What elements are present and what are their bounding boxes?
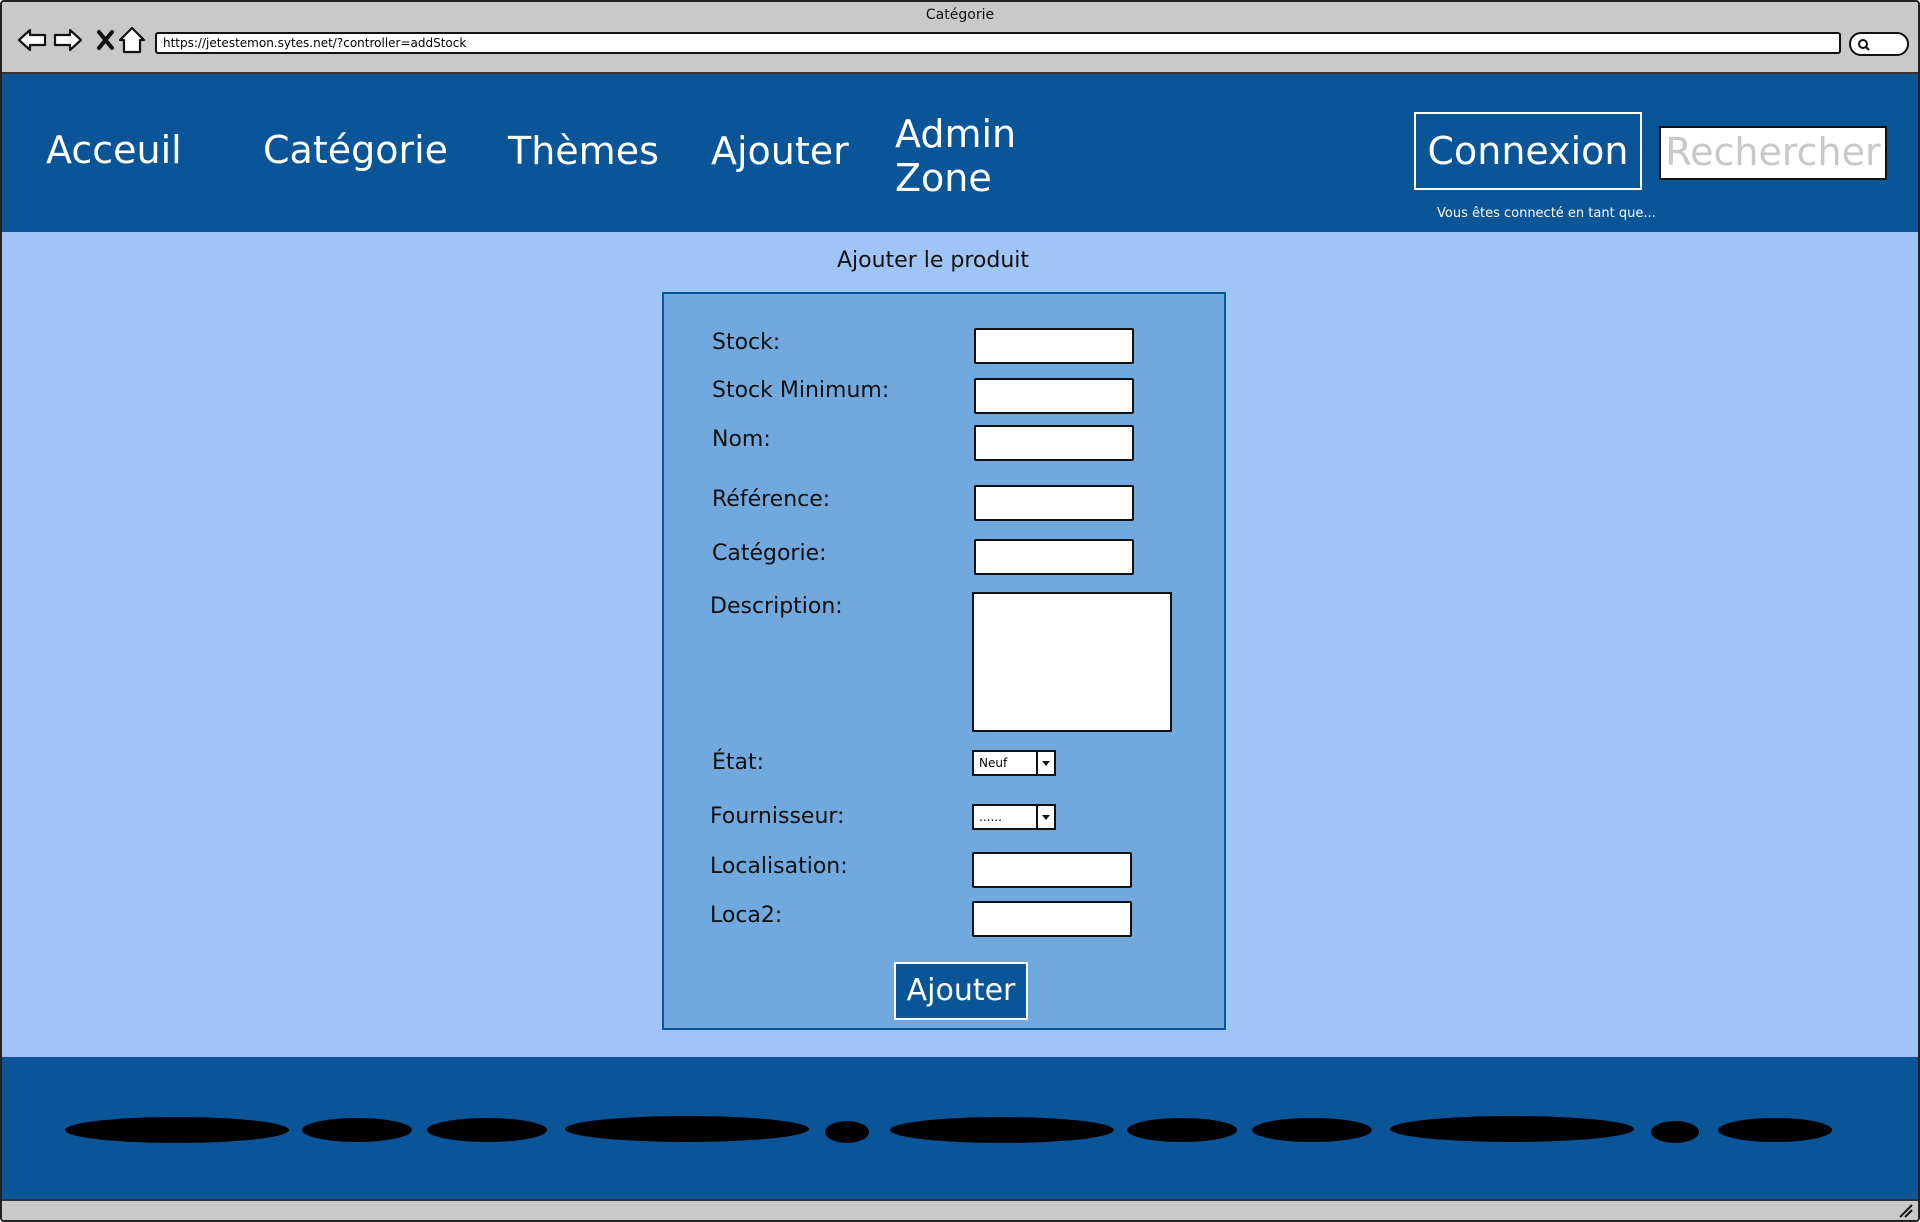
- fournisseur-select[interactable]: ......: [972, 804, 1056, 830]
- fournisseur-select-value: ......: [979, 810, 1002, 824]
- stock-label: Stock:: [712, 330, 781, 355]
- address-bar[interactable]: https://jetestemon.sytes.net/?controller…: [155, 32, 1841, 54]
- add-product-form: Stock: Stock Minimum: Nom: Référence: Ca…: [662, 292, 1226, 1030]
- resize-grip-icon[interactable]: [1896, 1201, 1914, 1219]
- dropdown-arrow-icon: [1036, 806, 1054, 828]
- page-title: Ajouter le produit: [836, 248, 1030, 273]
- description-label: Description:: [710, 594, 843, 619]
- connexion-button[interactable]: Connexion: [1414, 112, 1642, 190]
- nom-field[interactable]: [974, 425, 1134, 461]
- site-footer: [2, 1057, 1918, 1199]
- footer-scribble-text: [65, 1116, 1832, 1143]
- stock-minimum-field[interactable]: [974, 378, 1134, 414]
- forward-arrow-icon[interactable]: [52, 24, 84, 56]
- etat-select[interactable]: Neuf: [972, 750, 1056, 776]
- fournisseur-label: Fournisseur:: [710, 804, 845, 829]
- nav-admin-zone-line2: Zone: [895, 156, 992, 200]
- nav-ajouter[interactable]: Ajouter: [711, 129, 849, 173]
- loca2-label: Loca2:: [710, 903, 783, 928]
- localisation-label: Localisation:: [710, 854, 848, 879]
- browser-search-field[interactable]: [1849, 32, 1909, 56]
- categorie-field[interactable]: [974, 539, 1134, 575]
- etat-label: État:: [712, 750, 765, 775]
- nav-themes[interactable]: Thèmes: [508, 129, 659, 173]
- nav-categorie[interactable]: Catégorie: [263, 128, 448, 172]
- search-input[interactable]: Rechercher: [1659, 126, 1887, 180]
- nav-admin-zone[interactable]: Admin Zone: [895, 112, 1016, 200]
- browser-status-bar: [2, 1199, 1918, 1220]
- ajouter-submit-button[interactable]: Ajouter: [894, 962, 1028, 1020]
- loca2-field[interactable]: [972, 901, 1132, 937]
- reference-label: Référence:: [712, 487, 831, 512]
- reference-field[interactable]: [974, 485, 1134, 521]
- browser-chrome: Catégorie https://jetestemon.sytes.net/?…: [2, 2, 1918, 74]
- localisation-field[interactable]: [972, 852, 1132, 888]
- window-title: Catégorie: [925, 7, 995, 23]
- nom-label: Nom:: [712, 427, 771, 452]
- description-textarea[interactable]: [972, 592, 1172, 732]
- nav-admin-zone-line1: Admin: [895, 112, 1017, 156]
- main-content: Ajouter le produit Stock: Stock Minimum:…: [2, 232, 1918, 1057]
- stock-field[interactable]: [974, 328, 1134, 364]
- search-icon: [1858, 39, 1870, 51]
- nav-acceuil[interactable]: Acceuil: [46, 128, 182, 172]
- site-header: Acceuil Catégorie Thèmes Ajouter Admin Z…: [2, 74, 1918, 232]
- dropdown-arrow-icon: [1036, 752, 1054, 774]
- stock-minimum-label: Stock Minimum:: [712, 378, 890, 403]
- categorie-label: Catégorie:: [712, 541, 827, 566]
- back-arrow-icon[interactable]: [16, 24, 48, 56]
- etat-select-value: Neuf: [979, 756, 1008, 770]
- browser-window: Catégorie https://jetestemon.sytes.net/?…: [0, 0, 1920, 1222]
- home-icon[interactable]: [116, 24, 148, 56]
- connected-status-text: Vous êtes connecté en tant que...: [1437, 206, 1656, 221]
